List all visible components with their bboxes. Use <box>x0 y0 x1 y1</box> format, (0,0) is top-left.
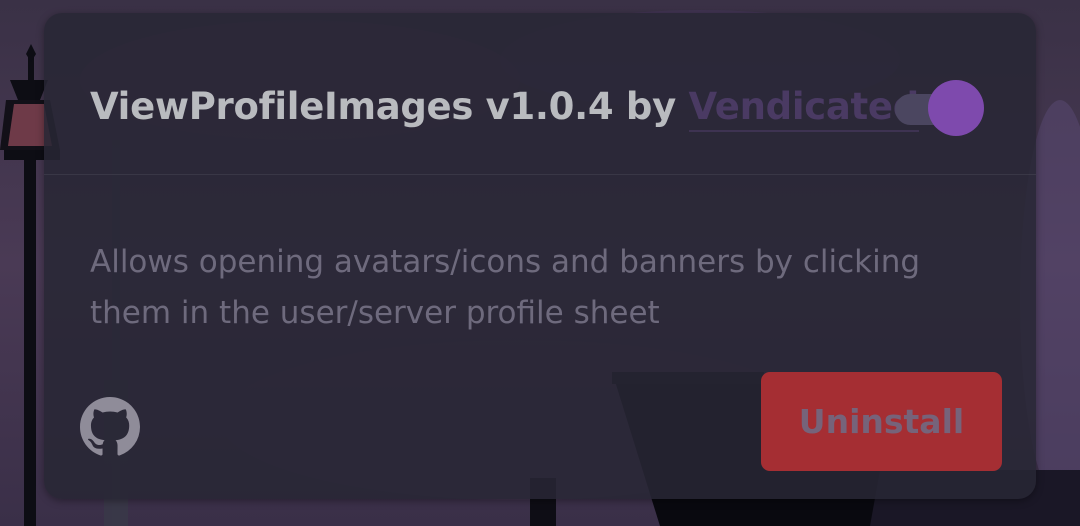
github-icon <box>80 397 140 456</box>
plugin-title: ViewProfileImages v1.0.4 by Vendicated <box>90 85 919 132</box>
github-source-button[interactable] <box>80 397 140 457</box>
plugin-description: Allows opening avatars/icons and banners… <box>90 244 921 331</box>
plugin-enable-toggle[interactable] <box>895 80 984 136</box>
toggle-knob <box>928 80 984 136</box>
uninstall-button[interactable]: Uninstall <box>761 372 1002 471</box>
plugin-card-header: ViewProfileImages v1.0.4 by Vendicated <box>44 13 1036 175</box>
plugin-card: ViewProfileImages v1.0.4 by Vendicated A… <box>44 13 1036 499</box>
plugin-author-link[interactable]: Vendicated <box>688 85 919 132</box>
plugin-name-version: ViewProfileImages v1.0.4 by <box>90 85 689 128</box>
